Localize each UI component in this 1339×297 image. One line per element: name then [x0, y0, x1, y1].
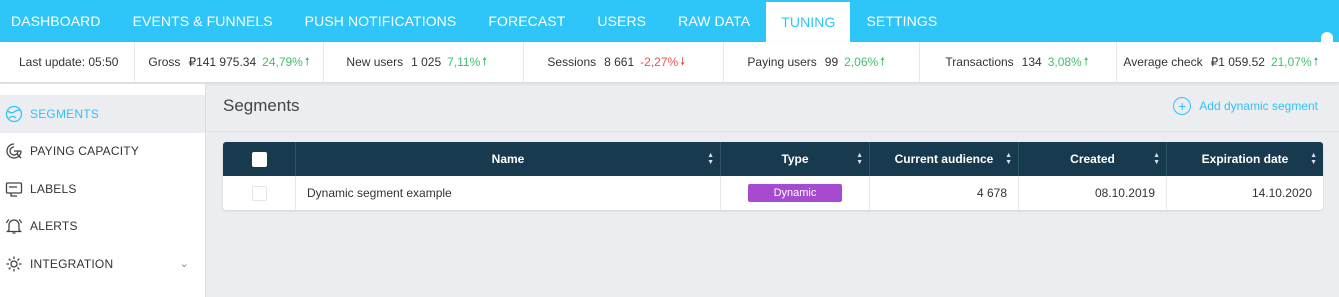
alerts-icon: [4, 216, 24, 236]
chevron-down-icon[interactable]: ⌄: [180, 257, 189, 270]
sidebar-item-label: INTEGRATION: [30, 256, 114, 271]
stat-label: Transactions: [945, 55, 1014, 69]
table-header: Name ▲ ▼ Type ▲ ▼ Current audience ▲ ▼ Crea…: [223, 142, 1323, 176]
stat-transactions: Transactions 134 3,08% 🠕: [920, 42, 1118, 82]
arrow-down-icon: 🠗: [680, 55, 685, 68]
sidebar-item-segments[interactable]: SEGMENTS: [0, 95, 205, 133]
stat-label: Paying users: [747, 55, 817, 69]
stat-change: 3,08%: [1047, 55, 1082, 69]
column-header-created[interactable]: Created ▲ ▼: [1019, 142, 1167, 176]
nav-settings[interactable]: SETTINGS: [850, 0, 953, 42]
stat-paying-users: Paying users 99 2,06% 🠕: [724, 42, 921, 82]
sidebar-item-labels[interactable]: LABELS: [0, 170, 205, 208]
top-navigation: DASHBOARD EVENTS & FUNNELS PUSH NOTIFICA…: [0, 0, 1339, 50]
divider: [207, 131, 1339, 132]
arrow-up-icon: 🠕: [880, 55, 885, 68]
stat-new-users: New users 1 025 7,11% 🠕: [324, 42, 525, 82]
stat-value: ₽141 975.34: [188, 55, 257, 69]
column-label: Name: [491, 152, 525, 166]
stat-value: 8 661: [604, 55, 635, 69]
column-label: Type: [781, 152, 809, 166]
stat-label: New users: [346, 55, 404, 69]
nav-events-funnels[interactable]: EVENTS & FUNNELS: [117, 0, 289, 42]
sidebar-item-integration[interactable]: INTEGRATION ⌄: [0, 245, 205, 283]
segments-icon: [4, 104, 24, 124]
sidebar-item-label: PAYING CAPACITY: [30, 144, 140, 159]
table-body: Dynamic segment example Dynamic 4 678 08…: [223, 176, 1323, 210]
last-update: Last update: 05:50: [0, 42, 136, 82]
stat-change: -2,27%: [640, 55, 679, 69]
row-checkbox[interactable]: [251, 185, 267, 201]
nav-dashboard[interactable]: DASHBOARD: [0, 0, 117, 42]
nav-users[interactable]: USERS: [581, 0, 662, 42]
sidebar-item-label: ALERTS: [30, 219, 78, 234]
labels-icon: [4, 179, 24, 199]
add-dynamic-segment-button[interactable]: + Add dynamic segment: [1173, 97, 1318, 115]
sidebar-item-paying-capacity[interactable]: PAYING CAPACITY: [0, 133, 205, 171]
select-all-cell: [223, 142, 296, 176]
sidebar: SEGMENTS PAYING CAPACITY LABELS ALERTS I…: [0, 84, 206, 297]
cell-type: Dynamic: [721, 176, 870, 210]
nav-push-notifications[interactable]: PUSH NOTIFICATIONS: [289, 0, 473, 42]
stat-label: Average check: [1123, 55, 1203, 69]
nav-forecast[interactable]: FORECAST: [472, 0, 581, 42]
stats-bar: Last update: 05:50 Gross ₽141 975.34 24,…: [0, 42, 1339, 83]
stat-sessions: Sessions 8 661 -2,27% 🠗: [524, 42, 725, 82]
arrow-up-icon: 🠕: [1313, 55, 1319, 68]
cell-created: 08.10.2019: [1019, 176, 1167, 210]
sidebar-item-label: LABELS: [30, 181, 77, 196]
stat-value: 99: [824, 55, 839, 69]
cell-expiration: 14.10.2020: [1251, 186, 1312, 200]
stat-change: 21,07%: [1270, 55, 1312, 69]
column-label: Created: [1070, 152, 1115, 166]
arrow-up-icon: 🠕: [482, 55, 488, 68]
column-label: Current audience: [894, 152, 994, 166]
column-header-type[interactable]: Type ▲ ▼: [721, 142, 870, 176]
add-dynamic-segment-label: Add dynamic segment: [1199, 99, 1318, 113]
column-header-expiration-date[interactable]: Expiration date ▲ ▼: [1167, 142, 1323, 176]
last-update-text: Last update: 05:50: [19, 55, 119, 69]
column-header-current-audience[interactable]: Current audience ▲ ▼: [870, 142, 1019, 176]
stat-value: ₽1 059.52: [1210, 55, 1265, 69]
sort-icon[interactable]: ▲ ▼: [1005, 152, 1012, 166]
type-badge: Dynamic: [748, 184, 842, 202]
stat-change: 7,11%: [447, 55, 481, 69]
cell-name[interactable]: Dynamic segment example: [296, 176, 721, 210]
cell-audience: 4 678: [870, 176, 1019, 210]
stat-change: 2,06%: [844, 55, 879, 69]
stat-value: 134: [1021, 55, 1042, 69]
table-row[interactable]: Dynamic segment example Dynamic 4 678 08…: [223, 176, 1323, 210]
stat-change: 24,79%: [262, 55, 303, 69]
segments-table: Name ▲ ▼ Type ▲ ▼ Current audience ▲ ▼ Crea…: [223, 142, 1323, 210]
sort-icon[interactable]: ▲ ▼: [856, 152, 863, 166]
select-all-checkbox[interactable]: [251, 151, 267, 167]
sidebar-item-label: SEGMENTS: [30, 106, 99, 121]
sort-icon[interactable]: ▲ ▼: [707, 152, 714, 166]
nav-tuning[interactable]: TUNING: [766, 2, 851, 42]
row-select-cell: [223, 176, 296, 210]
stat-label: Gross: [148, 55, 181, 69]
sidebar-item-alerts[interactable]: ALERTS: [0, 208, 205, 246]
nav-raw-data[interactable]: RAW DATA: [662, 0, 766, 42]
column-header-name[interactable]: Name ▲ ▼: [296, 142, 721, 176]
arrow-up-icon: 🠕: [304, 55, 310, 68]
plus-circle-icon: +: [1173, 97, 1192, 115]
stat-gross: Gross ₽141 975.34 24,79% 🠕: [135, 42, 325, 82]
arrow-up-icon: 🠕: [1083, 55, 1089, 68]
sort-icon[interactable]: ▲ ▼: [1310, 152, 1317, 166]
sort-icon[interactable]: ▲ ▼: [1153, 152, 1160, 166]
stat-average-check: Average check ₽1 059.52 21,07% 🠕: [1117, 42, 1331, 82]
stat-value: 1 025: [411, 55, 442, 69]
paying-capacity-icon: [4, 141, 24, 161]
stat-label: Sessions: [547, 55, 597, 69]
column-label: Expiration date: [1201, 152, 1289, 166]
integration-icon: [4, 254, 24, 274]
page-title: Segments: [223, 96, 300, 115]
